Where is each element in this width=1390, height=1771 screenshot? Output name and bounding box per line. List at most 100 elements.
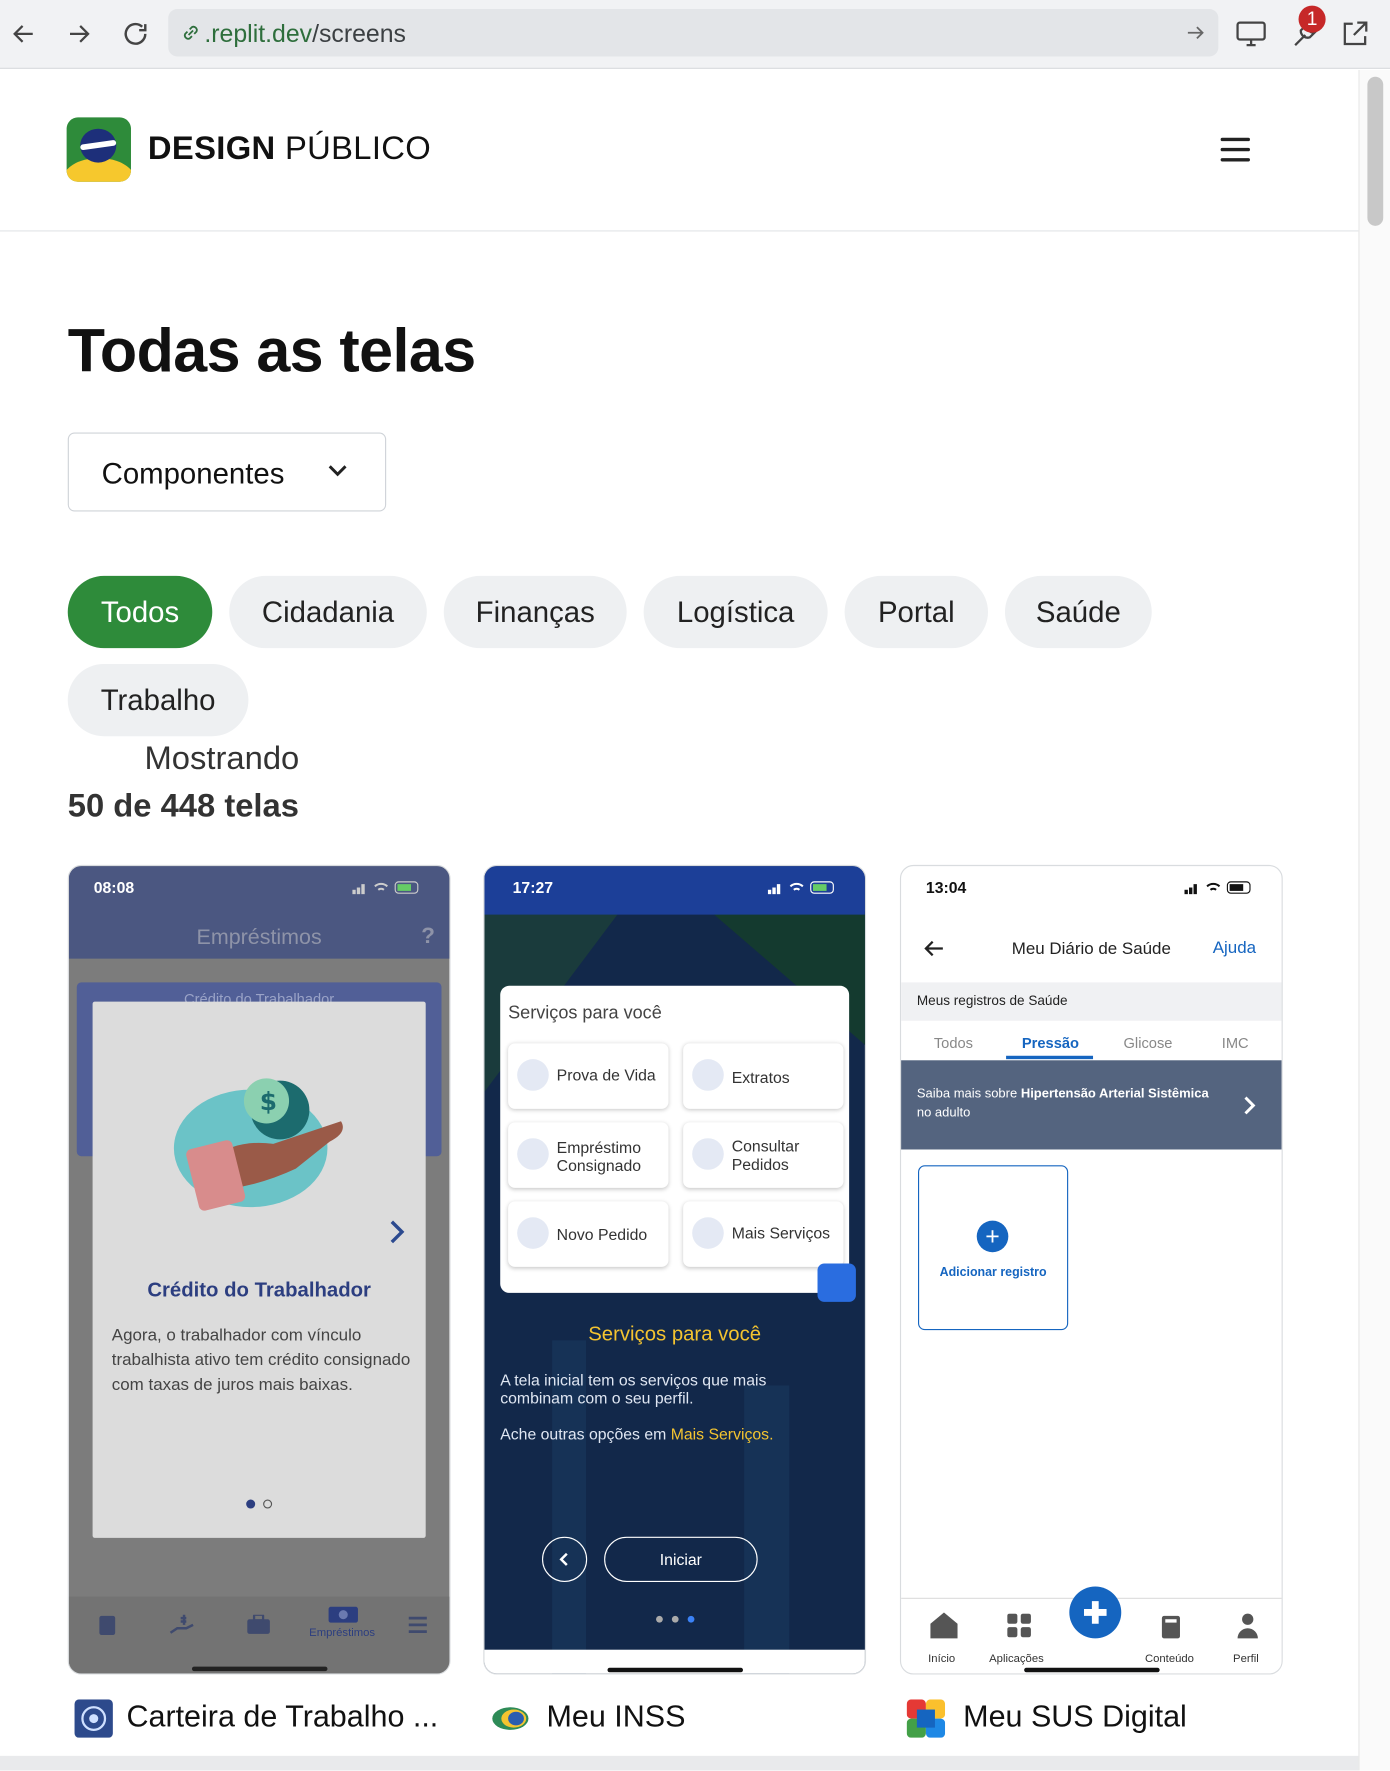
brand-name[interactable]: DESIGN PÚBLICO: [148, 131, 431, 168]
nav-label-aplicacoes: Aplicações: [989, 1653, 1044, 1666]
bottom-nav: Empréstimos: [68, 1596, 450, 1674]
component-filter-dropdown[interactable]: Componentes: [67, 432, 387, 512]
category-chip-cidadania[interactable]: Cidadania: [229, 575, 427, 649]
reload-icon[interactable]: [115, 14, 156, 55]
screen-card-inss[interactable]: 17:27 Serviços para você Prova de Vida E…: [483, 864, 867, 1675]
external-link-icon[interactable]: [1335, 14, 1376, 55]
modal-title: Crédito do Trabalhador: [147, 1278, 371, 1301]
start-button[interactable]: Iniciar: [604, 1536, 758, 1582]
tile-mais-servicos[interactable]: Mais Serviços: [683, 1201, 844, 1267]
section-title: Meus registros de Saúde: [916, 992, 1068, 1009]
notification-badge: 1: [1298, 5, 1326, 33]
briefcase-icon[interactable]: [246, 1614, 271, 1635]
scrollbar-thumb[interactable]: [1367, 76, 1384, 226]
results-count-label: Mostrando: [144, 740, 300, 777]
app-name-sus[interactable]: Meu SUS Digital: [963, 1699, 1187, 1734]
category-chip-logistica[interactable]: Logística: [643, 575, 828, 649]
link-icon: [183, 25, 198, 40]
tile-prova-de-vida[interactable]: Prova de Vida: [508, 1043, 669, 1109]
category-chip-saude[interactable]: Saúde: [1004, 575, 1152, 649]
page-title: Todas as telas: [67, 317, 476, 386]
svg-text:$: $: [260, 1087, 277, 1116]
add-record-label: Adicionar registro: [939, 1265, 1047, 1280]
info-banner[interactable]: Saiba mais sobre Hipertensão Arterial Si…: [901, 1060, 1282, 1150]
tab-todos[interactable]: Todos: [934, 1034, 973, 1051]
dropdown-value: Componentes: [101, 456, 285, 491]
site-header: DESIGN PÚBLICO: [0, 70, 1359, 232]
book-icon[interactable]: [1160, 1614, 1183, 1641]
back-arrow-icon[interactable]: [3, 14, 44, 55]
tile-consultar-pedidos[interactable]: Consultar Pedidos: [683, 1122, 844, 1188]
address-bar[interactable]: .replit.dev/screens: [168, 9, 1219, 57]
monitor-icon[interactable]: [1231, 14, 1272, 55]
help-link[interactable]: Ajuda: [1213, 938, 1256, 957]
page-dot-active: [687, 1615, 695, 1623]
tab-pressao[interactable]: Pressão: [1022, 1034, 1079, 1051]
page-dot: [671, 1615, 679, 1623]
phone-status-bar: 17:27: [484, 866, 865, 915]
forward-arrow-icon[interactable]: [59, 14, 100, 55]
active-tab-indicator: [1006, 1055, 1094, 1060]
mais-servicos-link[interactable]: Mais Serviços.: [671, 1425, 774, 1443]
tile-extratos[interactable]: Extratos: [683, 1043, 844, 1109]
home-indicator: [191, 1666, 328, 1672]
category-chip-portal[interactable]: Portal: [844, 575, 989, 649]
home-indicator: [607, 1667, 743, 1673]
plus-icon: +: [976, 1220, 1009, 1253]
sign-language-icon[interactable]: [817, 1263, 856, 1302]
menu-icon[interactable]: [408, 1616, 428, 1634]
category-chip-trabalho[interactable]: Trabalho: [67, 663, 249, 737]
chevron-down-icon: [328, 465, 347, 477]
back-button[interactable]: [541, 1536, 588, 1582]
health-cross-icon: [1083, 1601, 1107, 1624]
hand-coin-illustration: $: [173, 1078, 343, 1211]
page-dot: [263, 1499, 273, 1509]
browser-toolbar: .replit.dev/screens 1: [0, 0, 1390, 69]
money-icon: [517, 1138, 549, 1170]
category-chip-todos[interactable]: Todos: [67, 575, 213, 649]
next-chevron-icon[interactable]: [388, 1219, 406, 1244]
onboarding-modal: $ Crédito do Trabalhador Agora, o trabal…: [92, 1001, 426, 1538]
tab-imc[interactable]: IMC: [1222, 1034, 1249, 1051]
profile-icon[interactable]: [1236, 1612, 1259, 1639]
cash-icon[interactable]: [327, 1605, 359, 1625]
plus-icon: [517, 1217, 549, 1249]
hand-money-icon[interactable]: [168, 1612, 195, 1637]
screen-card-sus[interactable]: 13:04 Meu Diário de Saúde Ajuda Meus reg…: [899, 864, 1283, 1675]
wallet-icon[interactable]: [99, 1615, 116, 1636]
page-dot-active: [246, 1499, 256, 1509]
scrollbar[interactable]: [1358, 70, 1390, 1771]
home-indicator: [1024, 1667, 1160, 1673]
app-name-carteira[interactable]: Carteira de Trabalho ...: [126, 1699, 438, 1734]
home-icon[interactable]: [928, 1609, 960, 1641]
phone-status-bar: 13:04: [901, 866, 1282, 909]
nav-label-emprestimos: Empréstimos: [309, 1627, 376, 1640]
sus-app-icon: [906, 1699, 946, 1738]
onboarding-text: A tela inicial tem os serviços que mais …: [500, 1370, 767, 1407]
app-name-inss[interactable]: Meu INSS: [547, 1699, 686, 1734]
hamburger-menu-icon[interactable]: [1220, 137, 1250, 163]
nav-label-conteudo: Conteúdo: [1144, 1653, 1194, 1666]
page-dot: [656, 1615, 663, 1623]
chevron-right-icon: [1244, 1096, 1256, 1115]
modal-text: Agora, o trabalhador com vínculo trabalh…: [111, 1325, 411, 1395]
sus-cross-button[interactable]: [1069, 1586, 1122, 1639]
screen-card-carteira[interactable]: 08:08 Empréstimos ? Crédito do Trabalhad…: [67, 864, 451, 1675]
url-text: .replit.dev/screens: [204, 19, 406, 48]
nav-label-perfil: Perfil: [1233, 1653, 1259, 1666]
screen-header-title: Empréstimos: [196, 925, 322, 950]
brand-logo[interactable]: [66, 117, 131, 182]
person-icon: [517, 1059, 549, 1091]
category-chip-financas[interactable]: Finanças: [443, 575, 627, 649]
chevron-left-icon: [559, 1552, 568, 1566]
phone-status-bar: 08:08: [69, 866, 450, 909]
go-arrow-icon[interactable]: [1184, 21, 1207, 44]
search-icon: [692, 1138, 724, 1170]
tile-emprestimo-consignado[interactable]: Empréstimo Consignado: [508, 1122, 669, 1188]
tile-novo-pedido[interactable]: Novo Pedido: [508, 1201, 669, 1267]
services-panel-title: Serviços para você: [508, 1003, 662, 1024]
nav-label-inicio: Início: [928, 1653, 956, 1666]
add-record-card[interactable]: + Adicionar registro: [918, 1165, 1069, 1331]
apps-icon[interactable]: [1007, 1613, 1032, 1639]
tab-glicose[interactable]: Glicose: [1124, 1034, 1173, 1051]
